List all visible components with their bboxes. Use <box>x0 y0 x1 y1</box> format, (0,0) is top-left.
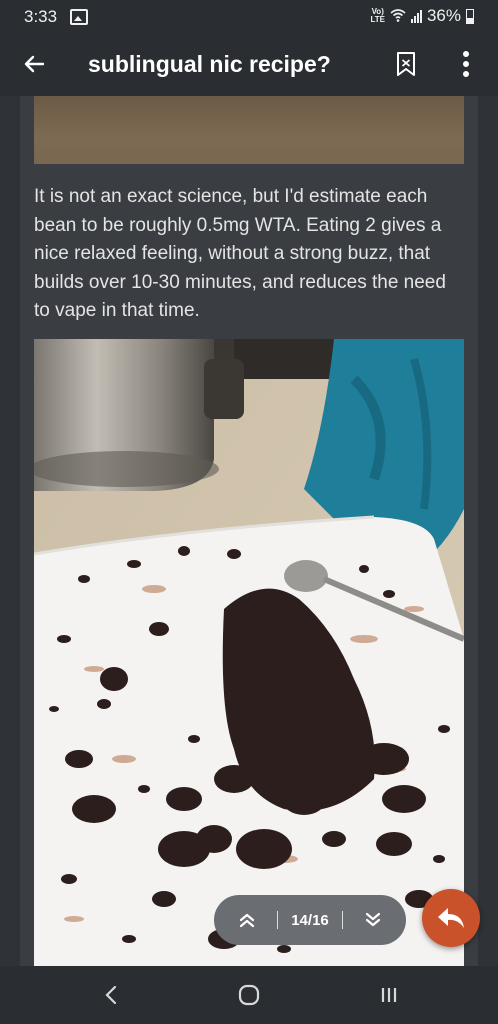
system-navigation-bar <box>0 966 498 1024</box>
status-indicators: Vo) LTE 36% <box>370 6 474 26</box>
post-image-chocolate-beans[interactable] <box>34 339 464 966</box>
volte-icon: Vo) LTE <box>370 7 385 24</box>
app-bar: sublingual nic recipe? <box>0 32 498 96</box>
back-button[interactable] <box>18 48 50 80</box>
page-title: sublingual nic recipe? <box>88 51 331 77</box>
home-circle-icon <box>238 984 260 1006</box>
gallery-notification-icon <box>70 9 88 25</box>
status-bar: 3:33 Vo) LTE 36% <box>0 0 498 32</box>
photo-illustration <box>34 339 464 966</box>
pager-position: 14/16 <box>291 911 329 929</box>
post-content[interactable]: It is not an exact science, but I'd esti… <box>20 96 478 966</box>
more-options-button[interactable] <box>452 48 480 80</box>
next-post-button[interactable] <box>353 900 393 940</box>
pager-divider <box>342 911 343 929</box>
pager-divider <box>277 911 278 929</box>
status-time: 3:33 <box>24 7 58 26</box>
system-back-button[interactable] <box>96 980 126 1010</box>
chevron-left-icon <box>105 985 117 1005</box>
battery-icon <box>466 8 474 24</box>
double-chevron-down-icon <box>365 912 381 927</box>
double-chevron-up-icon <box>239 913 255 928</box>
system-home-button[interactable] <box>234 980 264 1010</box>
post-image-previous[interactable] <box>34 96 464 164</box>
post-pager: 14/16 <box>214 895 406 945</box>
recents-icon <box>381 988 397 1002</box>
post-body-text: It is not an exact science, but I'd esti… <box>34 186 446 321</box>
more-vertical-icon <box>463 51 469 77</box>
wifi-icon <box>390 8 406 25</box>
bookmark-button[interactable] <box>390 48 422 80</box>
system-recents-button[interactable] <box>374 980 404 1010</box>
signal-icon <box>410 9 422 23</box>
previous-post-button[interactable] <box>227 900 267 940</box>
reply-icon <box>438 908 464 928</box>
bookmark-icon <box>397 52 415 76</box>
arrow-left-icon <box>24 55 45 73</box>
battery-percent: 36% <box>426 6 461 25</box>
reply-button[interactable] <box>422 889 480 947</box>
